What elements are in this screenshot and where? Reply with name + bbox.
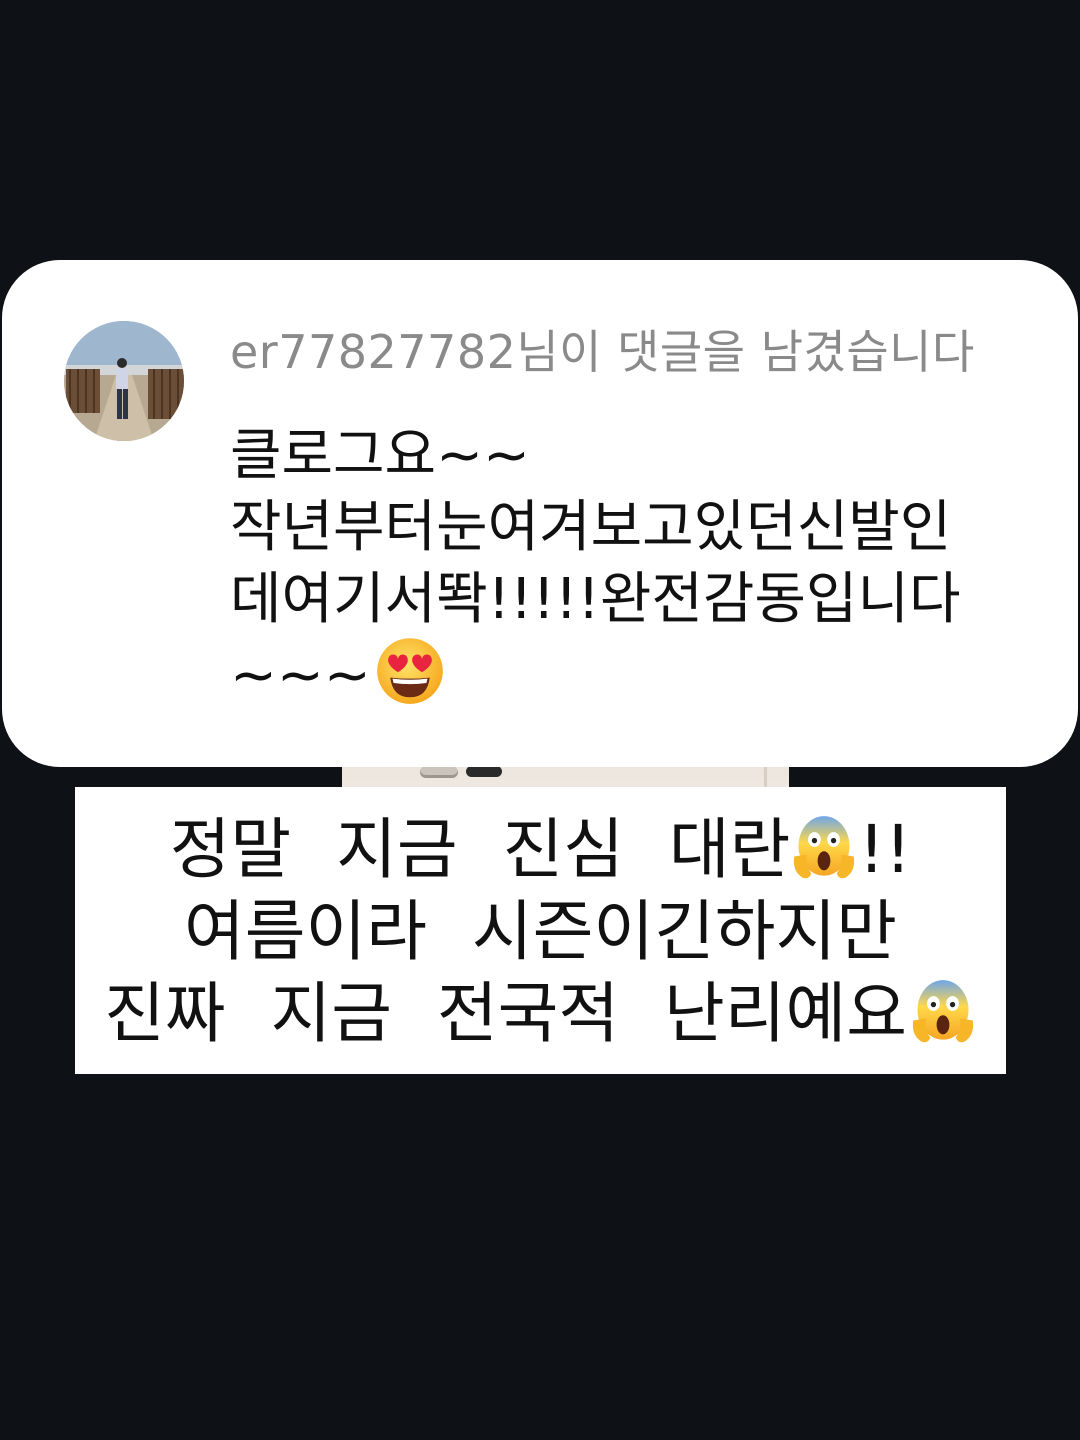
caption-text: 여름이라 시즌이긴하지만 xyxy=(184,893,897,970)
comment-last-line: ~~~ xyxy=(230,636,1030,712)
comment-notification-card[interactable]: er77827782님이 댓글을 남겼습니다 클로그요~~ 작년부터눈여겨보고있… xyxy=(2,260,1078,767)
comment-line: 작년부터눈여겨보고있던신발인 xyxy=(230,495,952,560)
comment-line: 데여기서똭!!!!!완전감동입니다 xyxy=(230,567,961,632)
comment-line: ~~~ xyxy=(230,643,371,708)
caption-text: 정말 지금 진심 대란 xyxy=(169,811,791,888)
screaming-face-emoji-icon xyxy=(794,816,855,879)
shoe-shape xyxy=(420,766,458,778)
caption-line-1: 정말 지금 진심 대란 !! xyxy=(75,809,1006,891)
comment-text: 클로그요~~ 작년부터눈여겨보고있던신발인 데여기서똭!!!!!완전감동입니다 … xyxy=(230,420,1030,712)
caption-line-3: 진짜 지금 전국적 난리예요 xyxy=(75,973,1006,1055)
caption-line-2: 여름이라 시즌이긴하지만 xyxy=(75,891,1006,973)
screaming-face-emoji-icon xyxy=(912,980,974,1043)
avatar[interactable] xyxy=(64,321,184,441)
caption-box: 정말 지금 진심 대란 !! 여름이라 시즌이긴하지만 진짜 지금 전국적 난리… xyxy=(75,787,1006,1074)
avatar-photo-icon xyxy=(64,321,184,441)
comment-line: 클로그요~~ xyxy=(230,423,530,488)
notification-header: er77827782님이 댓글을 남겼습니다 xyxy=(230,325,975,379)
caption-text: 진짜 지금 전국적 난리예요 xyxy=(104,975,907,1052)
heart-eyes-emoji-icon xyxy=(376,638,443,704)
story-screen: er77827782님이 댓글을 남겼습니다 클로그요~~ 작년부터눈여겨보고있… xyxy=(0,0,1080,1440)
shoe-shape xyxy=(466,766,502,777)
exclamation-text: !! xyxy=(858,811,912,888)
